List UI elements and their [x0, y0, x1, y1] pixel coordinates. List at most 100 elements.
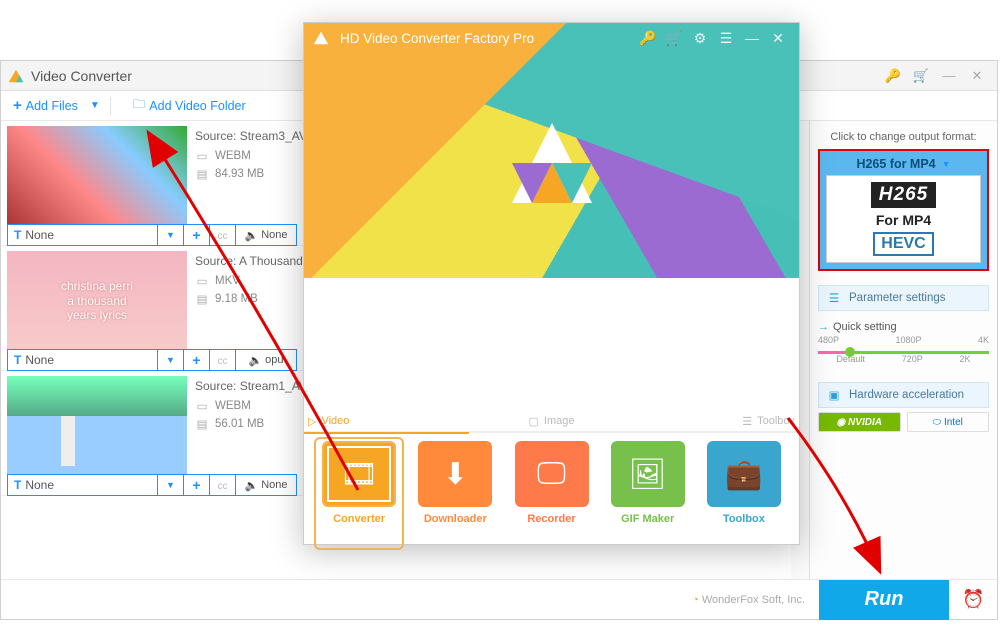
close-icon[interactable]: [963, 66, 991, 86]
launcher-window: HD Video Converter Factory Pro 🔑 🛒 ⚙ ☰ —…: [303, 22, 800, 545]
section-tab-label: Image: [544, 415, 575, 427]
codec-label: opu: [265, 354, 283, 366]
recorder-tile-icon: 🖵: [515, 441, 589, 507]
close-icon[interactable]: ✕: [765, 30, 791, 47]
cart-icon[interactable]: 🛒: [661, 30, 687, 47]
parameter-settings-button[interactable]: ☰ Parameter settings: [818, 285, 989, 311]
quality-mark: 2K: [960, 354, 971, 364]
quality-mark: 1080P: [895, 335, 921, 345]
tile-recorder[interactable]: 🖵 Recorder: [510, 441, 592, 546]
tile-label: Downloader: [424, 513, 487, 525]
format-icon: ▭: [195, 149, 209, 163]
cc-icon: [218, 478, 228, 492]
intel-icon: ⬭: [933, 417, 942, 428]
launcher-titlebar: HD Video Converter Factory Pro 🔑 🛒 ⚙ ☰ —…: [304, 23, 799, 53]
alarm-button[interactable]: ⏰: [949, 589, 997, 610]
tile-gifmaker[interactable]: 🖼 GIF Maker: [607, 441, 689, 546]
footer-bar: WonderFox Soft, Inc. Run ⏰: [1, 579, 997, 619]
key-icon[interactable]: 🔑: [879, 66, 907, 86]
quick-setting-label: Quick setting: [833, 321, 897, 333]
add-files-caret-icon[interactable]: ▼: [90, 100, 100, 111]
track-caret[interactable]: ▼: [158, 475, 184, 495]
add-track-button[interactable]: [184, 225, 210, 245]
video-thumbnail[interactable]: [7, 376, 187, 476]
audio-codec-select[interactable]: opu: [236, 350, 296, 370]
tile-downloader[interactable]: ⬇ Downloader: [414, 441, 496, 546]
section-tab-video[interactable]: ▷Video: [304, 415, 469, 434]
add-track-button[interactable]: [184, 350, 210, 370]
cc-button[interactable]: [210, 225, 236, 245]
tile-label: Recorder: [527, 513, 575, 525]
toolbox-icon: ☰: [742, 415, 752, 428]
section-tab-image[interactable]: ▢ Image: [469, 415, 634, 432]
intel-chip[interactable]: ⬭ Intel: [907, 412, 990, 432]
track-select[interactable]: None: [8, 475, 158, 495]
track-caret[interactable]: ▼: [158, 350, 184, 370]
run-button[interactable]: Run: [819, 580, 949, 620]
quality-slider[interactable]: [818, 351, 989, 354]
menu-icon[interactable]: ☰: [713, 30, 739, 47]
minimize-icon[interactable]: —: [739, 30, 765, 46]
converter-tile-icon: 🎞: [322, 441, 396, 507]
size-label: 9.18 MB: [215, 293, 258, 305]
launcher-hero-logo-icon: [492, 103, 612, 223]
quality-mark: 720P: [902, 354, 923, 364]
video-thumbnail[interactable]: christina perri a thousand years lyrics: [7, 251, 187, 351]
row-controls: None ▼ None: [7, 474, 297, 496]
gear-icon[interactable]: ⚙: [687, 30, 713, 47]
hardware-accel-button[interactable]: ▣ Hardware acceleration: [818, 382, 989, 408]
launcher-tiles: 🎞 Converter ⬇ Downloader 🖵 Recorder 🖼 GI…: [304, 441, 799, 546]
add-video-folder-button[interactable]: 🗀 Add Video Folder: [121, 91, 258, 120]
tile-toolbox[interactable]: 💼 Toolbox: [703, 441, 785, 546]
converter-title: Video Converter: [31, 68, 132, 84]
format-sub: For MP4: [831, 212, 976, 228]
plus-icon: [192, 227, 200, 243]
format-icon: ▭: [195, 274, 209, 288]
section-tab-toolbox[interactable]: ☰Toolbox: [634, 415, 799, 432]
audio-codec-select[interactable]: None: [236, 225, 296, 245]
nvidia-label: NVIDIA: [848, 417, 882, 428]
format-label: WEBM: [215, 150, 251, 162]
track-select[interactable]: None: [8, 225, 158, 245]
row-controls: None ▼ None: [7, 224, 297, 246]
vendor-credit: WonderFox Soft, Inc.: [1, 594, 819, 606]
minimize-icon[interactable]: [935, 66, 963, 86]
track-select[interactable]: None: [8, 350, 158, 370]
image-icon: ▢: [529, 415, 539, 428]
track-value: None: [25, 353, 54, 367]
format-label: WEBM: [215, 400, 251, 412]
cc-icon: [218, 228, 228, 242]
hardware-accel-label: Hardware acceleration: [849, 389, 964, 401]
intel-label: Intel: [944, 417, 963, 428]
key-icon[interactable]: 🔑: [635, 30, 661, 47]
launcher-title: HD Video Converter Factory Pro: [340, 31, 534, 46]
cart-icon[interactable]: 🛒: [907, 66, 935, 86]
track-caret[interactable]: ▼: [158, 225, 184, 245]
cc-button[interactable]: [210, 475, 236, 495]
size-icon: ▤: [195, 167, 209, 181]
toolbox-tile-icon: 💼: [707, 441, 781, 507]
video-thumbnail[interactable]: [7, 126, 187, 226]
add-track-button[interactable]: [184, 475, 210, 495]
tile-converter[interactable]: 🎞 Converter: [316, 439, 402, 548]
app-logo-icon: [7, 67, 25, 85]
audio-codec-select[interactable]: None: [236, 475, 296, 495]
chip-icon: ▣: [827, 388, 841, 402]
size-icon: ▤: [195, 417, 209, 431]
text-icon: [14, 353, 21, 367]
codec-label: None: [261, 229, 287, 241]
quick-setting: →Quick setting 480P 1080P 4K Default 720…: [818, 321, 989, 364]
output-format-panel: Click to change output format: H265 for …: [809, 121, 997, 579]
add-files-button[interactable]: + Add Files: [1, 91, 90, 120]
tile-label: GIF Maker: [621, 513, 674, 525]
plus-icon: +: [13, 97, 22, 114]
format-badge: H265: [871, 182, 936, 208]
cc-button[interactable]: [210, 350, 236, 370]
output-format-selector[interactable]: H265 for MP4▼ H265 For MP4 HEVC: [818, 149, 989, 271]
launcher-hero: HD Video Converter Factory Pro 🔑 🛒 ⚙ ☰ —…: [304, 23, 799, 278]
plus-icon: [192, 477, 200, 493]
launcher-section-tabs: ▷Video ▢ Image ☰Toolbox: [304, 415, 799, 433]
nvidia-chip[interactable]: ◉ NVIDIA: [818, 412, 901, 432]
caret-down-icon: ▼: [942, 159, 951, 169]
thumbnail-text: christina perri a thousand years lyrics: [61, 279, 133, 322]
